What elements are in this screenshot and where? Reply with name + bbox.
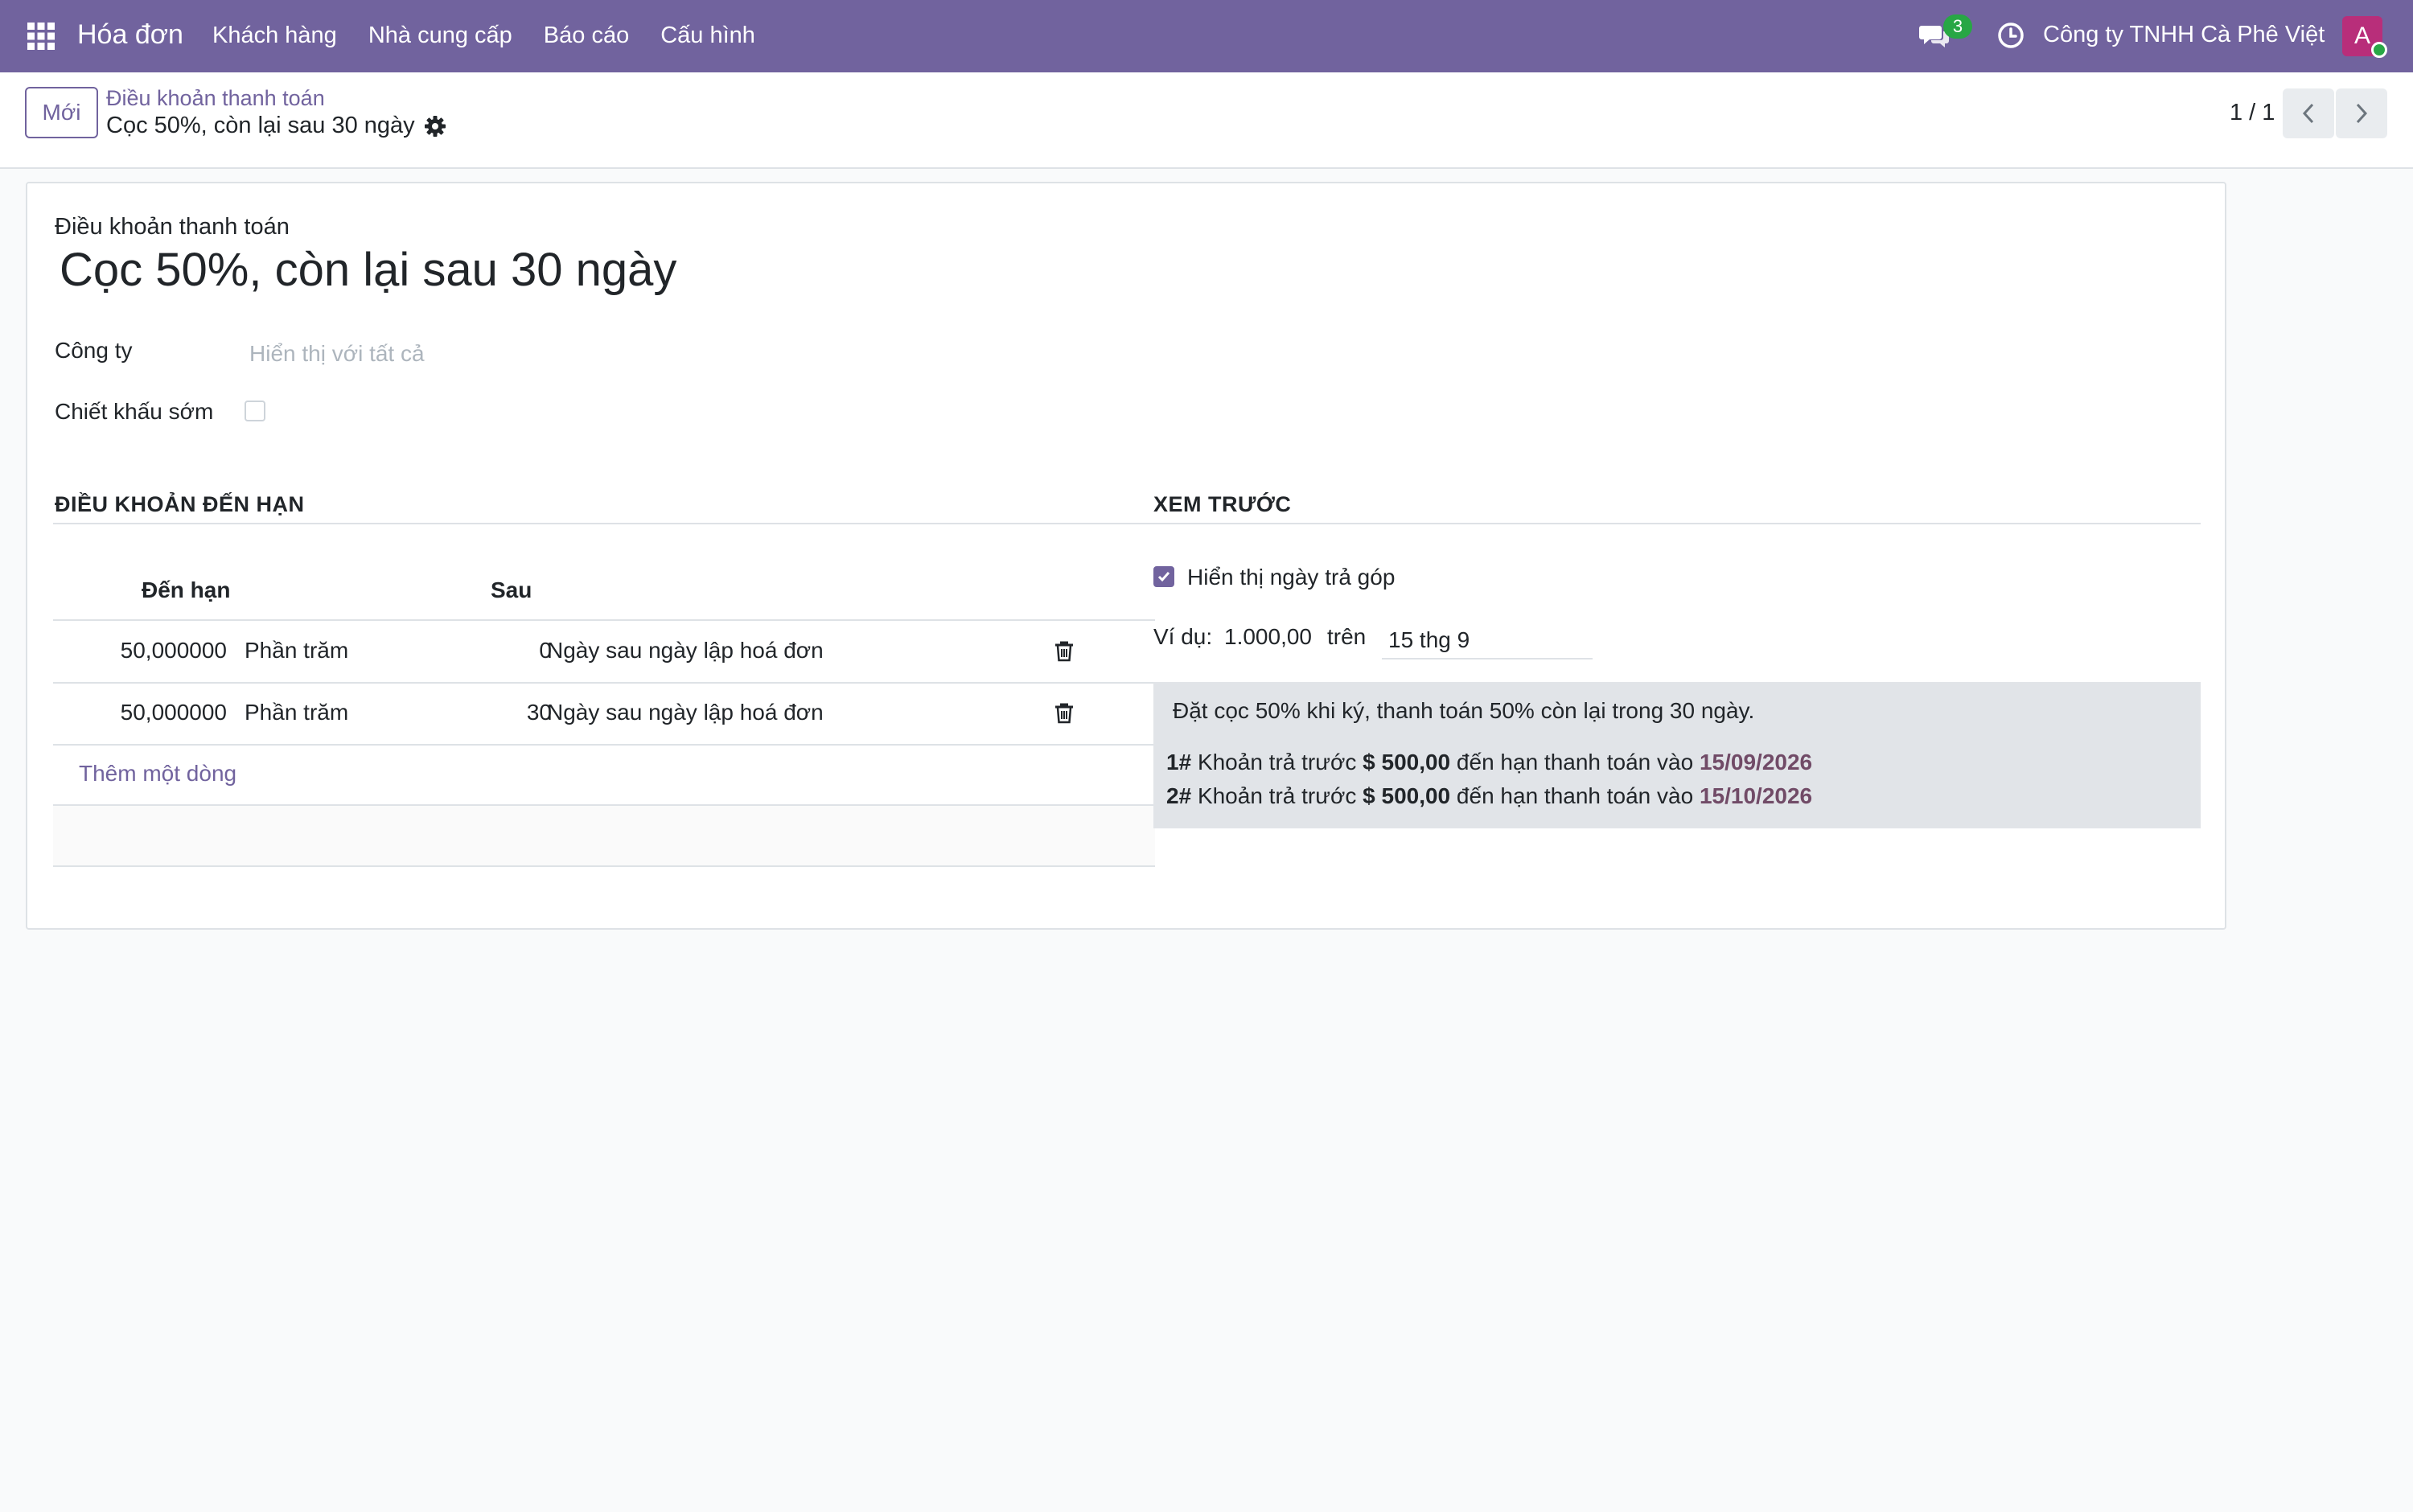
control-panel: Mới Điều khoản thanh toán Cọc 50%, còn l…: [0, 72, 2413, 169]
pager-value[interactable]: 1 / 1: [2230, 100, 2275, 126]
company-switcher[interactable]: Công ty TNHH Cà Phê Việt: [2043, 22, 2325, 48]
preview-section-title: XEM TRƯỚC: [1153, 492, 1292, 516]
table-row-separator: [53, 682, 1155, 684]
line-value[interactable]: 50,000000: [121, 638, 227, 664]
form-sheet: Điều khoản thanh toán Cọc 50%, còn lại s…: [26, 182, 2226, 930]
preview-section-separator: [1153, 523, 2201, 524]
installment-index: 2#: [1166, 783, 1192, 808]
trash-icon[interactable]: [1054, 702, 1075, 725]
main-menu: Khách hàng Nhà cung cấp Báo cáo Cấu hình: [212, 23, 787, 49]
record-name-input[interactable]: Cọc 50%, còn lại sau 30 ngày: [60, 243, 676, 297]
installment-line: 1# Khoản trả trước $ 500,00 đến hạn than…: [1166, 750, 1812, 775]
table-row-separator: [53, 744, 1155, 746]
line-value[interactable]: 50,000000: [121, 700, 227, 725]
app-brand[interactable]: Hóa đơn: [77, 19, 183, 51]
show-installments-checkbox[interactable]: [1153, 566, 1174, 587]
name-field-label: Điều khoản thanh toán: [55, 214, 290, 240]
line-value-type[interactable]: Phần trăm: [245, 638, 348, 664]
terms-section-separator: [53, 523, 1155, 524]
menu-configuration[interactable]: Cấu hình: [660, 23, 755, 49]
column-header-after[interactable]: Sau: [491, 577, 532, 603]
column-header-due[interactable]: Đến hạn: [142, 577, 230, 603]
new-button[interactable]: Mới: [25, 87, 98, 138]
menu-customers[interactable]: Khách hàng: [212, 23, 337, 49]
example-date-input[interactable]: 15 thg 9: [1382, 626, 1593, 659]
line-value-type[interactable]: Phần trăm: [245, 700, 348, 725]
gear-icon[interactable]: [423, 114, 447, 138]
chevron-right-icon: [2356, 103, 2368, 124]
early-discount-label: Chiết khấu sớm: [55, 399, 214, 424]
clock-icon[interactable]: [1996, 21, 2025, 50]
pager-next-button[interactable]: [2336, 88, 2387, 138]
example-amount-input[interactable]: 1.000,00: [1224, 624, 1312, 650]
installment-index: 1#: [1166, 750, 1192, 774]
installment-due-text: đến hạn thanh toán vào: [1456, 783, 1694, 808]
installment-due-text: đến hạn thanh toán vào: [1456, 750, 1694, 774]
example-on-label: trên: [1327, 624, 1367, 649]
terms-section-title: ĐIỀU KHOẢN ĐẾN HẠN: [55, 492, 305, 516]
preview-note: Đặt cọc 50% khi ký, thanh toán 50% còn l…: [1173, 698, 1755, 723]
company-input[interactable]: Hiển thị với tất cả: [249, 341, 425, 367]
table-header-separator: [53, 619, 1155, 621]
table-bottom-border: [53, 865, 1155, 867]
show-installments-label: Hiển thị ngày trả góp: [1187, 565, 1396, 590]
chevron-left-icon: [2302, 103, 2314, 124]
add-line-link[interactable]: Thêm một dòng: [79, 761, 236, 787]
table-empty-row: [53, 806, 1155, 865]
check-icon: [1157, 572, 1170, 582]
installment-text: Khoản trả trước: [1197, 783, 1357, 808]
installment-text: Khoản trả trước: [1197, 750, 1357, 774]
trash-icon[interactable]: [1054, 640, 1075, 663]
company-label: Công ty: [55, 338, 133, 363]
installment-date: 15/10/2026: [1699, 783, 1813, 808]
early-discount-checkbox[interactable]: [245, 401, 265, 421]
preview-box: Đặt cọc 50% khi ký, thanh toán 50% còn l…: [1153, 682, 2201, 828]
line-delay-type[interactable]: Ngày sau ngày lập hoá đơn: [547, 700, 824, 725]
installment-amount: $ 500,00: [1363, 783, 1451, 808]
installment-amount: $ 500,00: [1363, 750, 1451, 774]
apps-grid-icon[interactable]: [26, 21, 56, 51]
breadcrumb-parent[interactable]: Điều khoản thanh toán: [106, 86, 325, 111]
pager-previous-button[interactable]: [2283, 88, 2334, 138]
line-delay-type[interactable]: Ngày sau ngày lập hoá đơn: [547, 638, 824, 664]
installment-date: 15/09/2026: [1699, 750, 1813, 774]
breadcrumb-current: Cọc 50%, còn lại sau 30 ngày: [106, 113, 415, 138]
example-date-value: 15 thg 9: [1388, 627, 1470, 652]
menu-reporting[interactable]: Báo cáo: [544, 23, 629, 49]
installment-line: 2# Khoản trả trước $ 500,00 đến hạn than…: [1166, 783, 1812, 809]
online-status-dot: [2371, 42, 2387, 58]
example-label: Ví dụ:: [1153, 624, 1213, 649]
chat-count-badge: 3: [1943, 14, 1972, 39]
top-navbar: Hóa đơn Khách hàng Nhà cung cấp Báo cáo …: [0, 0, 2413, 72]
menu-vendors[interactable]: Nhà cung cấp: [368, 23, 512, 49]
